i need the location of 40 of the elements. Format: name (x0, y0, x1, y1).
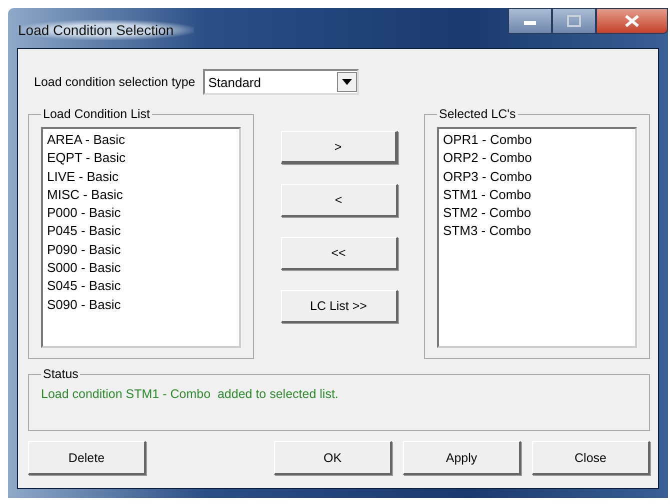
list-item[interactable]: EQPT - Basic (47, 149, 235, 168)
move-button[interactable]: > (280, 131, 398, 164)
list-item[interactable]: STM3 - Combo (443, 222, 631, 241)
dialog-button[interactable]: Apply (403, 441, 521, 475)
list-item[interactable]: STM1 - Combo (443, 186, 631, 204)
list-item[interactable]: P090 - Basic (47, 240, 235, 260)
dropdown-button[interactable] (337, 72, 358, 92)
move-button[interactable]: << (280, 237, 398, 270)
move-button[interactable]: LC List >> (280, 290, 398, 323)
selection-type-dropdown[interactable]: Standard (203, 69, 360, 95)
status-message: Load condition STM1 - Combo added to selected list. (41, 387, 338, 401)
close-button[interactable] (596, 8, 668, 34)
maximize-icon (567, 15, 581, 27)
minimize-button[interactable] (508, 8, 552, 34)
list-item[interactable]: MISC - Basic (47, 186, 235, 204)
group-title: Status (42, 367, 80, 381)
dialog-button[interactable]: Close (532, 441, 650, 475)
list-item[interactable]: ORP2 - Combo (443, 149, 631, 168)
load-condition-listbox[interactable]: AREA - Basic EQPT - Basic LIVE - Basic MISC - Basic P000 - Basic P045 - Basic P090 - Basic S000 - Basic S045 - Basic S090 - Basic (41, 127, 241, 348)
caret-icon (342, 79, 352, 85)
list-item[interactable]: P045 - Basic (47, 222, 235, 241)
list-item[interactable]: P000 - Basic (47, 204, 235, 222)
list-item[interactable]: OPR1 - Combo (443, 131, 631, 150)
move-button[interactable]: < (280, 184, 398, 217)
selection-type-label: Load condition selection type (34, 75, 196, 89)
selected-lcs-listbox[interactable]: OPR1 - Combo ORP2 - Combo ORP3 - Combo STM1 - Combo STM2 - Combo STM3 - Combo (437, 127, 637, 348)
close-icon (624, 15, 640, 27)
list-item[interactable]: S045 - Basic (47, 277, 235, 296)
dialog-button[interactable]: OK (274, 441, 392, 475)
window-title: Load Condition Selection (17, 20, 194, 40)
list-item[interactable]: AREA - Basic (47, 131, 235, 150)
list-item[interactable]: S000 - Basic (47, 259, 235, 278)
list-item[interactable]: LIVE - Basic (47, 168, 235, 186)
list-item[interactable]: STM2 - Combo (443, 204, 631, 222)
list-item[interactable]: S090 - Basic (47, 296, 235, 314)
list-item[interactable]: ORP3 - Combo (443, 168, 631, 186)
group-title: Load Condition List (42, 107, 152, 121)
delete-button[interactable]: Delete (28, 441, 146, 475)
group-title: Selected LC's (438, 107, 517, 121)
maximize-button[interactable] (552, 8, 596, 34)
